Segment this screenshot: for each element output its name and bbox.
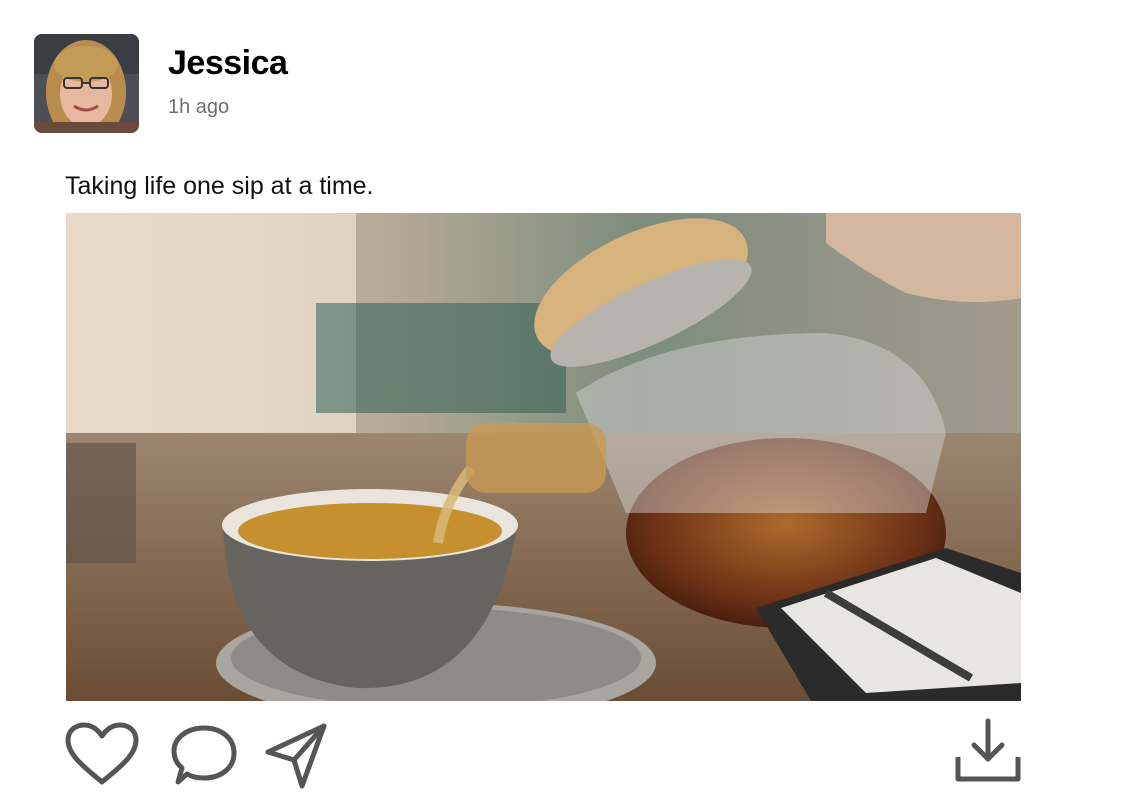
comment-button[interactable] [170, 724, 238, 793]
post-timestamp: 1h ago [168, 96, 230, 118]
author-name[interactable]: Jessica [168, 44, 288, 83]
download-icon [955, 718, 1021, 782]
avatar-image [34, 34, 139, 133]
like-button[interactable] [64, 722, 140, 791]
post-caption: Taking life one sip at a time. [65, 172, 374, 200]
author-avatar[interactable] [34, 34, 139, 133]
tea-photo [66, 213, 1021, 701]
download-button[interactable] [952, 717, 1024, 790]
comment-bubble-icon [171, 725, 237, 785]
share-button[interactable] [264, 722, 328, 795]
heart-icon [65, 722, 139, 785]
post-image[interactable] [66, 213, 1021, 701]
send-icon [265, 723, 327, 789]
